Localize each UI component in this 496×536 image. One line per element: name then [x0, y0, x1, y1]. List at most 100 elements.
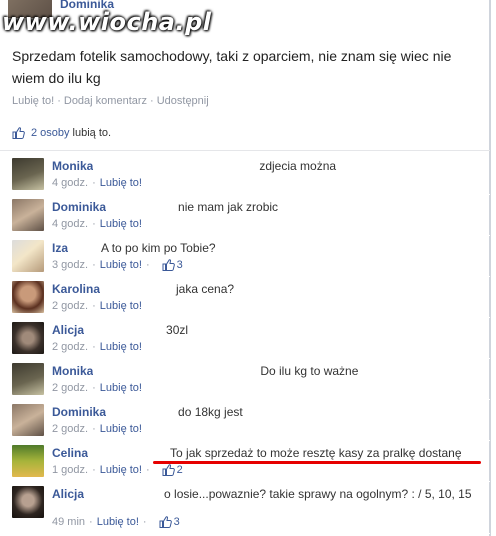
- comment-text: o losie...powaznie? takie sprawy na ogol…: [164, 487, 472, 501]
- comment-body: Alicja 30zl: [52, 323, 188, 337]
- commenter-avatar[interactable]: [12, 199, 44, 231]
- commenter-name[interactable]: Alicja: [52, 487, 84, 501]
- post-actions: Lubię to! · Dodaj komentarz · Udostępnij: [12, 95, 209, 107]
- comment-like-link[interactable]: Lubię to!: [100, 218, 142, 230]
- comment-body: Monika zdjecia można: [52, 159, 336, 173]
- commenter-avatar[interactable]: [12, 363, 44, 395]
- thumbs-up-icon: [12, 127, 25, 139]
- comment-text: jaka cena?: [176, 282, 235, 296]
- comment-like-link[interactable]: Lubię to!: [100, 177, 142, 189]
- comment-meta: 4 godz. · Lubię to!: [52, 177, 142, 189]
- separator: ·: [145, 259, 150, 271]
- comment-likes-count: 2: [176, 464, 183, 476]
- commenter-avatar[interactable]: [12, 445, 44, 477]
- redacted-area: [88, 447, 171, 460]
- redacted-area: [106, 406, 179, 419]
- post-like-link[interactable]: Lubię to!: [12, 95, 54, 107]
- comment-text: zdjecia można: [259, 159, 337, 173]
- comment-item: Alicja 30zl 2 godz. · Lubię to!: [0, 318, 490, 359]
- separator: ·: [92, 341, 96, 353]
- comment-time: 2 godz.: [52, 341, 89, 353]
- comment-like-link[interactable]: Lubię to!: [100, 341, 142, 353]
- comment-like-link[interactable]: Lubię to!: [100, 423, 142, 435]
- divider: [0, 150, 490, 151]
- comment-likes-count: 3: [176, 259, 183, 271]
- comment-like-link[interactable]: Lubię to!: [100, 464, 142, 476]
- comment-likes[interactable]: 2: [162, 464, 183, 476]
- comment-like-link[interactable]: Lubię to!: [100, 300, 142, 312]
- redacted-area: [68, 242, 102, 255]
- comment-meta: 49 min · Lubię to! · 3: [52, 516, 180, 528]
- comment-item: Karolina jaka cena? 2 godz. · Lubię to!: [0, 277, 490, 318]
- comment-text: 30zl: [166, 323, 189, 337]
- comment-like-link[interactable]: Lubię to!: [97, 516, 139, 528]
- comment-body: Iza A to po kim po Tobie?: [52, 241, 216, 255]
- separator: ·: [150, 95, 154, 107]
- comment-time: 2 godz.: [52, 382, 89, 394]
- commenter-avatar[interactable]: [12, 322, 44, 354]
- comment-time: 1 godz.: [52, 464, 89, 476]
- comment-item: Monika zdjecia można 4 godz. · Lubię to!: [0, 154, 490, 195]
- commenter-avatar[interactable]: [12, 281, 44, 313]
- commenter-name[interactable]: Dominika: [52, 405, 106, 419]
- comment-item: Monika Do ilu kg to ważne 2 godz. · Lubię t…: [0, 359, 490, 400]
- commenter-avatar[interactable]: [12, 404, 44, 436]
- comment-body: Alicja o losie...powaznie? takie sprawy n…: [52, 487, 472, 502]
- red-highlight-underline: [153, 461, 481, 464]
- comment-body: Celina To jak sprzedaż to może resztę kas…: [52, 446, 462, 460]
- comment-text: do 18kg jest: [178, 405, 243, 419]
- comment-meta: 2 godz. · Lubię to!: [52, 423, 142, 435]
- comment-meta: 2 godz. · Lubię to!: [52, 341, 142, 353]
- commenter-name[interactable]: Iza: [52, 241, 68, 255]
- commenter-name[interactable]: Monika: [52, 159, 93, 173]
- comment-item: Dominika nie mam jak zrobic 4 godz. · Lubię…: [0, 195, 490, 236]
- comment-time: 3 godz.: [52, 259, 89, 271]
- comment-meta: 3 godz. · Lubię to! · 3: [52, 259, 183, 271]
- comment-meta: 4 godz. · Lubię to!: [52, 218, 142, 230]
- commenter-avatar[interactable]: [12, 158, 44, 190]
- likes-count-link[interactable]: 2 osoby: [31, 127, 70, 139]
- comment-meta: 1 godz. · Lubię to! · 2: [52, 464, 183, 476]
- separator: ·: [92, 300, 96, 312]
- commenter-name[interactable]: Alicja: [52, 323, 84, 337]
- separator: ·: [145, 464, 150, 476]
- commenter-name[interactable]: Celina: [52, 446, 88, 460]
- comment-likes[interactable]: 3: [159, 516, 180, 528]
- comment-body: Karolina jaka cena?: [52, 282, 234, 296]
- comment-like-link[interactable]: Lubię to!: [100, 259, 142, 271]
- comment-likes[interactable]: 3: [162, 259, 183, 271]
- comment-text: Do ilu kg to ważne: [260, 364, 359, 378]
- comment-body: Dominika nie mam jak zrobic: [52, 200, 278, 214]
- commenter-avatar[interactable]: [12, 486, 44, 518]
- commenter-avatar[interactable]: [12, 240, 44, 272]
- post-text: Sprzedam fotelik samochodowy, taki z opa…: [12, 48, 452, 86]
- post-comment-link[interactable]: Dodaj komentarz: [64, 95, 147, 107]
- post-likes-summary: 2 osoby lubią to.: [12, 127, 111, 139]
- separator: ·: [92, 177, 96, 189]
- thumbs-up-icon: [159, 516, 172, 528]
- comment-like-link[interactable]: Lubię to!: [100, 382, 142, 394]
- redacted-area: [84, 488, 165, 501]
- comment-text: A to po kim po Tobie?: [101, 241, 216, 255]
- watermark-logo: www.wiocha.pl: [2, 8, 212, 36]
- comment-time: 4 godz.: [52, 218, 89, 230]
- thumbs-up-icon: [162, 464, 175, 476]
- comment-item: Alicja o losie...powaznie? takie sprawy n…: [0, 482, 490, 534]
- comment-body: Dominika do 18kg jest: [52, 405, 243, 419]
- redacted-area: [106, 201, 179, 214]
- separator: ·: [89, 516, 93, 528]
- redacted-area: [93, 160, 260, 173]
- commenter-name[interactable]: Monika: [52, 364, 93, 378]
- separator: ·: [57, 95, 61, 107]
- separator: ·: [92, 382, 96, 394]
- post-share-link[interactable]: Udostępnij: [157, 95, 209, 107]
- post-header: Dominika www.wiocha.pl: [0, 0, 496, 36]
- commenter-name[interactable]: Karolina: [52, 282, 100, 296]
- comment-time: 49 min: [52, 516, 86, 528]
- comment-body: Monika Do ilu kg to ważne: [52, 364, 358, 378]
- commenter-name[interactable]: Dominika: [52, 200, 106, 214]
- thumbs-up-icon: [162, 259, 175, 271]
- separator: ·: [92, 464, 96, 476]
- redacted-area: [100, 283, 177, 296]
- comments-list: Monika zdjecia można 4 godz. · Lubię to! Do…: [0, 154, 490, 534]
